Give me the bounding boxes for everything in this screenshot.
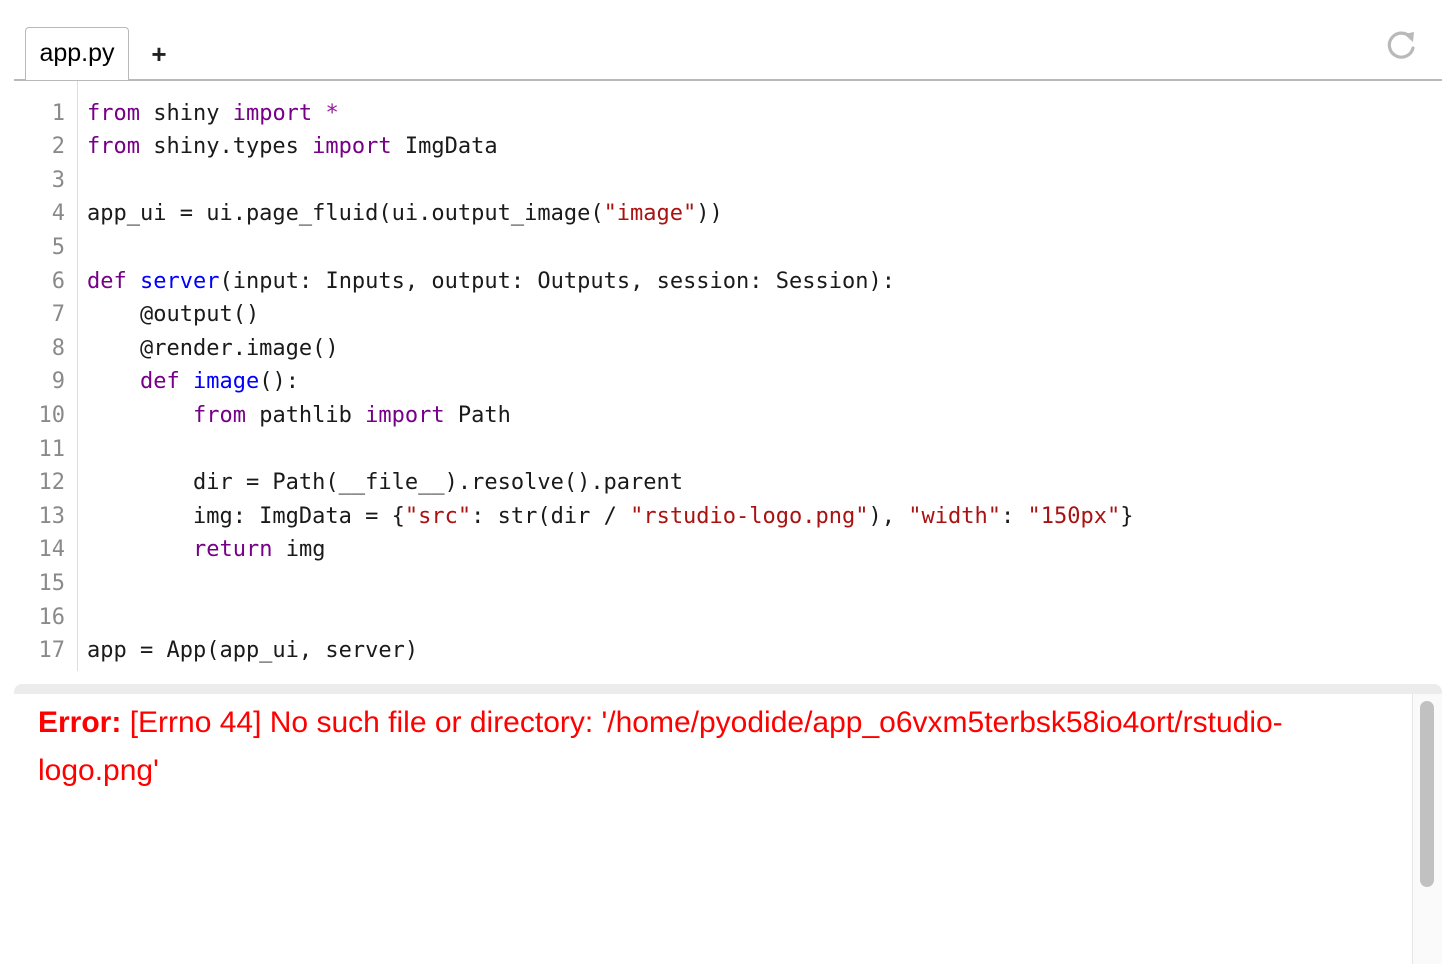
code-line[interactable]: def server(input: Inputs, output: Output…	[87, 265, 895, 299]
code-token: from	[192, 402, 246, 428]
code-token: "150px"	[1027, 503, 1121, 529]
line-number: 15	[38, 570, 66, 596]
code-line[interactable]: app = App(app_ui, server)	[87, 634, 418, 668]
line-number: 17	[38, 638, 66, 664]
line-number: 8	[51, 335, 65, 361]
code-line[interactable]: @output()	[87, 298, 259, 332]
code-token: from	[87, 134, 140, 160]
code-token: "rstudio-logo.png"	[630, 503, 869, 529]
code-line[interactable]: return img	[87, 533, 325, 567]
code-line[interactable]: from shiny.types import ImgData	[87, 130, 498, 164]
code-token: from	[87, 100, 140, 126]
line-number: 12	[38, 470, 66, 496]
code-token: app = App(app_ui, server)	[87, 638, 419, 664]
error-detail: [Errno 44] No such file or directory: '/…	[38, 706, 1283, 787]
scrollbar-thumb[interactable]	[1420, 701, 1434, 887]
code-token: return	[192, 537, 273, 563]
error-message: Error: [Errno 44] No such file or direct…	[38, 699, 1398, 795]
code-token: import	[232, 100, 313, 126]
line-number: 13	[38, 503, 66, 529]
code-token: dir = Path(__file__).resolve().parent	[87, 470, 684, 496]
line-number: 6	[51, 268, 65, 294]
line-number: 1	[51, 100, 65, 126]
line-number: 2	[51, 134, 65, 160]
code-token: import	[365, 402, 445, 428]
code-token: }	[1120, 503, 1134, 529]
code-token: "image"	[603, 201, 697, 227]
code-token: ():	[259, 369, 299, 395]
tab-bar: app.py +	[14, 0, 1442, 81]
active-tab-indicator	[26, 78, 128, 80]
add-tab-button[interactable]: +	[145, 36, 173, 72]
line-number: 3	[51, 167, 65, 193]
output-scrollbar[interactable]	[1412, 694, 1442, 964]
code-token: def	[87, 268, 127, 294]
line-number: 11	[38, 436, 66, 462]
line-number-gutter: 1 2 3 4 5 6 7 8 9 10 11 12 13 14 15 16 17	[14, 81, 78, 671]
code-token: image	[192, 369, 260, 395]
code-line[interactable]: from shiny import *	[87, 97, 339, 131]
code-content[interactable]: from shiny import * from shiny.types impo…	[87, 81, 1427, 671]
line-number: 14	[38, 537, 66, 563]
code-token: def	[139, 369, 180, 395]
code-token: shiny	[139, 100, 233, 126]
reload-icon-svg	[1387, 31, 1415, 59]
code-token: "src"	[404, 503, 472, 529]
code-token: @render.image()	[87, 335, 339, 361]
code-token: img: ImgData = {	[87, 503, 405, 529]
code-token: *	[325, 100, 339, 126]
code-line[interactable]: app_ui = ui.page_fluid(ui.output_image("…	[87, 197, 723, 231]
code-token: pathlib	[245, 402, 366, 428]
code-token: img	[272, 537, 326, 563]
code-token: ))	[696, 201, 723, 227]
code-line[interactable]: from pathlib import Path	[87, 399, 511, 433]
code-token: : str(dir /	[471, 503, 631, 529]
code-line[interactable]: @render.image()	[87, 332, 339, 366]
code-line[interactable]: dir = Path(__file__).resolve().parent	[87, 466, 683, 500]
tab-app-py[interactable]: app.py	[25, 27, 129, 79]
code-token: server	[140, 268, 220, 294]
line-number: 9	[51, 369, 65, 395]
line-number: 7	[51, 302, 65, 328]
line-number: 4	[51, 201, 65, 227]
code-token: @output()	[87, 302, 260, 328]
code-token: "width"	[908, 503, 1001, 529]
code-token: :	[1000, 503, 1028, 529]
pane-splitter[interactable]	[14, 684, 1442, 694]
code-line[interactable]: img: ImgData = {"src": str(dir / "rstudi…	[87, 500, 1133, 534]
code-token: app_ui = ui.page_fluid(ui.output_image(	[87, 201, 604, 227]
error-label: Error:	[38, 706, 122, 739]
line-number: 10	[38, 402, 66, 428]
line-number: 16	[38, 604, 66, 630]
code-token: ImgData	[391, 134, 498, 160]
code-token: shiny.types	[139, 134, 313, 160]
output-panel: Error: [Errno 44] No such file or direct…	[14, 694, 1412, 964]
code-token: (input: Inputs, output: Outputs, session…	[219, 268, 895, 294]
code-line[interactable]: def image():	[87, 365, 299, 399]
code-token: ),	[868, 503, 909, 529]
reload-icon[interactable]	[1383, 28, 1419, 64]
line-number: 5	[51, 234, 65, 260]
code-editor[interactable]: 1 2 3 4 5 6 7 8 9 10 11 12 13 14 15 16 17 from shiny imp…	[14, 81, 1442, 687]
code-token: import	[312, 134, 392, 160]
code-token: Path	[444, 402, 511, 428]
